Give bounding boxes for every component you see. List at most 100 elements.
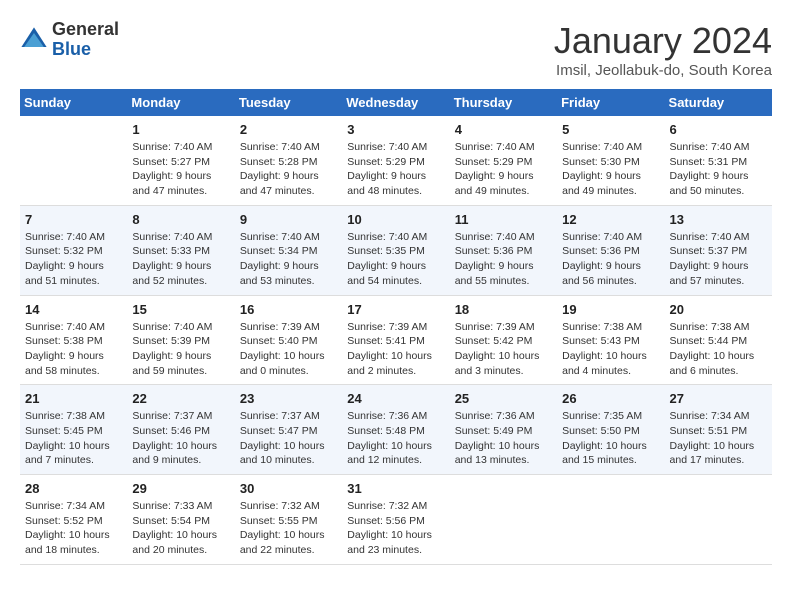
cell-info: Sunrise: 7:40 AM Sunset: 5:29 PM Dayligh… <box>455 140 552 199</box>
cell-info: Sunrise: 7:40 AM Sunset: 5:34 PM Dayligh… <box>240 230 337 289</box>
day-number: 8 <box>132 212 229 227</box>
cell-info: Sunrise: 7:37 AM Sunset: 5:47 PM Dayligh… <box>240 409 337 468</box>
day-number: 19 <box>562 302 659 317</box>
calendar-cell: 7 Sunrise: 7:40 AM Sunset: 5:32 PM Daylig… <box>20 205 127 295</box>
day-number: 24 <box>347 391 444 406</box>
cell-info: Sunrise: 7:40 AM Sunset: 5:36 PM Dayligh… <box>562 230 659 289</box>
cell-info: Sunrise: 7:38 AM Sunset: 5:45 PM Dayligh… <box>25 409 122 468</box>
day-number: 18 <box>455 302 552 317</box>
page-header: General Blue January 2024 Imsil, Jeollab… <box>20 20 772 79</box>
calendar-cell: 20Sunrise: 7:38 AM Sunset: 5:44 PM Dayli… <box>665 295 772 385</box>
cell-info: Sunrise: 7:40 AM Sunset: 5:29 PM Dayligh… <box>347 140 444 199</box>
calendar-cell: 2Sunrise: 7:40 AM Sunset: 5:28 PM Daylig… <box>235 116 342 205</box>
title-block: January 2024 Imsil, Jeollabuk-do, South … <box>554 20 772 79</box>
cell-info: Sunrise: 7:40 AM Sunset: 5:32 PM Dayligh… <box>25 230 122 289</box>
day-number: 7 <box>25 212 122 227</box>
logo: General Blue <box>20 20 119 60</box>
calendar-cell: 17 Sunrise: 7:39 AM Sunset: 5:41 PM Dayli… <box>342 295 449 385</box>
calendar-cell: 4 Sunrise: 7:40 AM Sunset: 5:29 PM Daylig… <box>450 116 557 205</box>
calendar-cell: 25 Sunrise: 7:36 AM Sunset: 5:49 PM Dayli… <box>450 385 557 475</box>
calendar-cell: 27Sunrise: 7:34 AM Sunset: 5:51 PM Dayli… <box>665 385 772 475</box>
day-number: 29 <box>132 481 229 496</box>
day-number: 26 <box>562 391 659 406</box>
cell-info: Sunrise: 7:39 AM Sunset: 5:41 PM Dayligh… <box>347 320 444 379</box>
cell-info: Sunrise: 7:39 AM Sunset: 5:40 PM Dayligh… <box>240 320 337 379</box>
column-header-monday: Monday <box>127 89 234 116</box>
day-number: 9 <box>240 212 337 227</box>
cell-info: Sunrise: 7:33 AM Sunset: 5:54 PM Dayligh… <box>132 499 229 558</box>
day-number: 16 <box>240 302 337 317</box>
calendar-week-5: 28 Sunrise: 7:34 AM Sunset: 5:52 PM Dayli… <box>20 475 772 565</box>
day-number: 6 <box>670 122 767 137</box>
day-number: 30 <box>240 481 337 496</box>
calendar-table: SundayMondayTuesdayWednesdayThursdayFrid… <box>20 89 772 565</box>
cell-info: Sunrise: 7:40 AM Sunset: 5:31 PM Dayligh… <box>670 140 767 199</box>
calendar-cell: 14 Sunrise: 7:40 AM Sunset: 5:38 PM Dayli… <box>20 295 127 385</box>
cell-info: Sunrise: 7:38 AM Sunset: 5:43 PM Dayligh… <box>562 320 659 379</box>
day-number: 12 <box>562 212 659 227</box>
calendar-cell: 1 Sunrise: 7:40 AM Sunset: 5:27 PM Daylig… <box>127 116 234 205</box>
calendar-cell: 16 Sunrise: 7:39 AM Sunset: 5:40 PM Dayli… <box>235 295 342 385</box>
month-title: January 2024 <box>554 20 772 62</box>
day-number: 11 <box>455 212 552 227</box>
calendar-cell: 3 Sunrise: 7:40 AM Sunset: 5:29 PM Daylig… <box>342 116 449 205</box>
day-number: 28 <box>25 481 122 496</box>
logo-text: General Blue <box>52 20 119 60</box>
column-header-wednesday: Wednesday <box>342 89 449 116</box>
cell-info: Sunrise: 7:36 AM Sunset: 5:48 PM Dayligh… <box>347 409 444 468</box>
cell-info: Sunrise: 7:37 AM Sunset: 5:46 PM Dayligh… <box>132 409 229 468</box>
calendar-cell: 8Sunrise: 7:40 AM Sunset: 5:33 PM Daylig… <box>127 205 234 295</box>
cell-info: Sunrise: 7:32 AM Sunset: 5:55 PM Dayligh… <box>240 499 337 558</box>
day-number: 13 <box>670 212 767 227</box>
calendar-cell: 18 Sunrise: 7:39 AM Sunset: 5:42 PM Dayli… <box>450 295 557 385</box>
cell-info: Sunrise: 7:40 AM Sunset: 5:27 PM Dayligh… <box>132 140 229 199</box>
day-number: 27 <box>670 391 767 406</box>
column-header-friday: Friday <box>557 89 664 116</box>
cell-info: Sunrise: 7:34 AM Sunset: 5:52 PM Dayligh… <box>25 499 122 558</box>
location-subtitle: Imsil, Jeollabuk-do, South Korea <box>554 62 772 79</box>
cell-info: Sunrise: 7:40 AM Sunset: 5:30 PM Dayligh… <box>562 140 659 199</box>
cell-info: Sunrise: 7:39 AM Sunset: 5:42 PM Dayligh… <box>455 320 552 379</box>
calendar-cell: 15Sunrise: 7:40 AM Sunset: 5:39 PM Dayli… <box>127 295 234 385</box>
day-number: 14 <box>25 302 122 317</box>
cell-info: Sunrise: 7:40 AM Sunset: 5:38 PM Dayligh… <box>25 320 122 379</box>
calendar-cell: 23 Sunrise: 7:37 AM Sunset: 5:47 PM Dayli… <box>235 385 342 475</box>
calendar-cell: 21 Sunrise: 7:38 AM Sunset: 5:45 PM Dayli… <box>20 385 127 475</box>
day-number: 25 <box>455 391 552 406</box>
day-number: 21 <box>25 391 122 406</box>
cell-info: Sunrise: 7:32 AM Sunset: 5:56 PM Dayligh… <box>347 499 444 558</box>
cell-info: Sunrise: 7:38 AM Sunset: 5:44 PM Dayligh… <box>670 320 767 379</box>
cell-info: Sunrise: 7:40 AM Sunset: 5:37 PM Dayligh… <box>670 230 767 289</box>
calendar-week-3: 14 Sunrise: 7:40 AM Sunset: 5:38 PM Dayli… <box>20 295 772 385</box>
calendar-week-4: 21 Sunrise: 7:38 AM Sunset: 5:45 PM Dayli… <box>20 385 772 475</box>
calendar-header-row: SundayMondayTuesdayWednesdayThursdayFrid… <box>20 89 772 116</box>
column-header-saturday: Saturday <box>665 89 772 116</box>
cell-info: Sunrise: 7:36 AM Sunset: 5:49 PM Dayligh… <box>455 409 552 468</box>
day-number: 3 <box>347 122 444 137</box>
cell-info: Sunrise: 7:40 AM Sunset: 5:35 PM Dayligh… <box>347 230 444 289</box>
calendar-cell: 30 Sunrise: 7:32 AM Sunset: 5:55 PM Dayli… <box>235 475 342 565</box>
cell-info: Sunrise: 7:40 AM Sunset: 5:36 PM Dayligh… <box>455 230 552 289</box>
column-header-sunday: Sunday <box>20 89 127 116</box>
calendar-cell: 29 Sunrise: 7:33 AM Sunset: 5:54 PM Dayli… <box>127 475 234 565</box>
day-number: 5 <box>562 122 659 137</box>
calendar-cell: 5 Sunrise: 7:40 AM Sunset: 5:30 PM Daylig… <box>557 116 664 205</box>
day-number: 23 <box>240 391 337 406</box>
cell-info: Sunrise: 7:35 AM Sunset: 5:50 PM Dayligh… <box>562 409 659 468</box>
logo-icon <box>20 26 48 54</box>
calendar-week-1: 1 Sunrise: 7:40 AM Sunset: 5:27 PM Daylig… <box>20 116 772 205</box>
calendar-cell: 11 Sunrise: 7:40 AM Sunset: 5:36 PM Dayli… <box>450 205 557 295</box>
logo-blue: Blue <box>52 39 91 59</box>
logo-general: General <box>52 19 119 39</box>
day-number: 1 <box>132 122 229 137</box>
day-number: 17 <box>347 302 444 317</box>
calendar-cell: 28 Sunrise: 7:34 AM Sunset: 5:52 PM Dayli… <box>20 475 127 565</box>
calendar-cell: 31Sunrise: 7:32 AM Sunset: 5:56 PM Dayli… <box>342 475 449 565</box>
column-header-thursday: Thursday <box>450 89 557 116</box>
calendar-cell: 13 Sunrise: 7:40 AM Sunset: 5:37 PM Dayli… <box>665 205 772 295</box>
calendar-cell: 6 Sunrise: 7:40 AM Sunset: 5:31 PM Daylig… <box>665 116 772 205</box>
calendar-cell <box>665 475 772 565</box>
day-number: 15 <box>132 302 229 317</box>
day-number: 4 <box>455 122 552 137</box>
calendar-cell: 19 Sunrise: 7:38 AM Sunset: 5:43 PM Dayli… <box>557 295 664 385</box>
